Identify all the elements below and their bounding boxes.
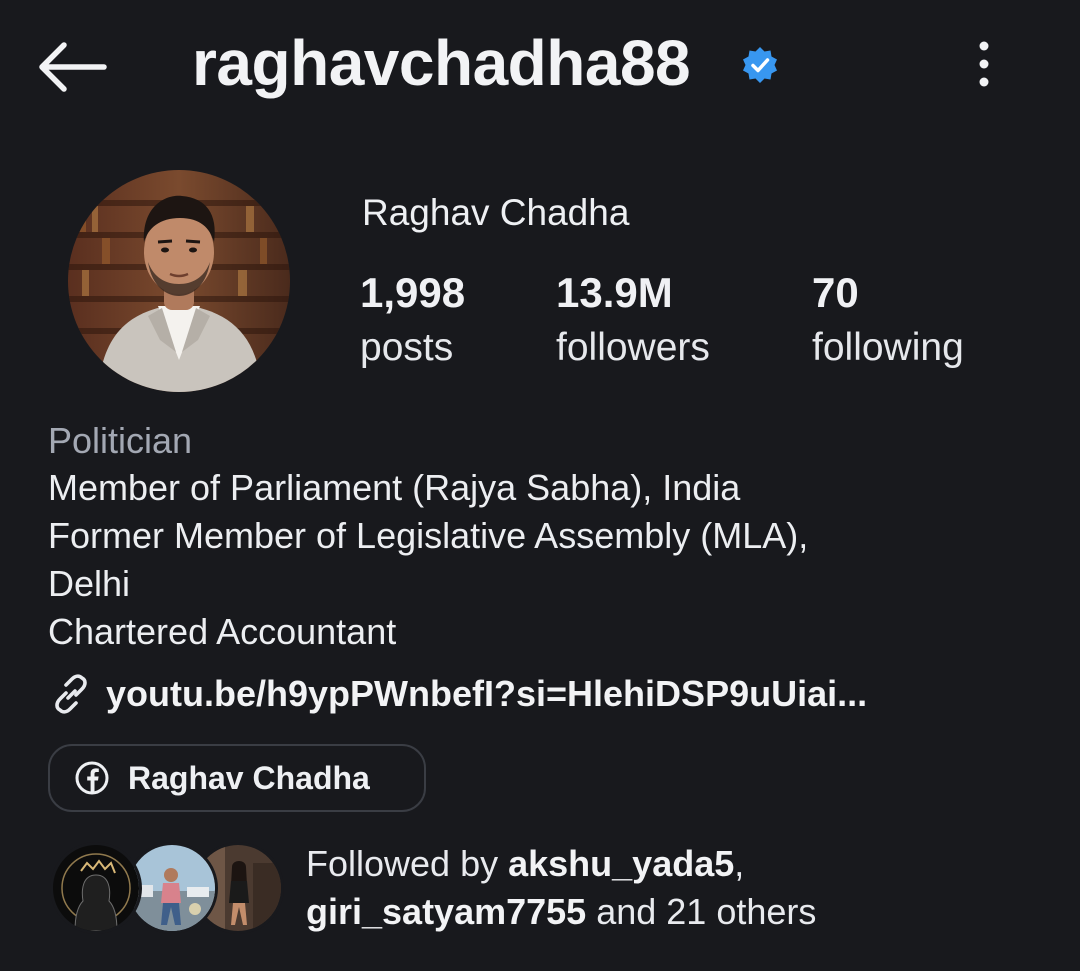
profile-username: raghavchadha88 bbox=[192, 27, 691, 99]
bio-line: Former Member of Legislative Assembly (M… bbox=[48, 515, 809, 556]
posts-label: posts bbox=[360, 326, 454, 369]
separator-comma: , bbox=[734, 843, 745, 884]
mutual-others-count: 21 others bbox=[666, 891, 817, 932]
followers-label: followers bbox=[556, 326, 710, 369]
bio-line: Delhi bbox=[48, 563, 131, 604]
bio-link[interactable]: youtu.be/h9ypPWnbefI?si=HlehiDSP9uUiai..… bbox=[48, 668, 867, 720]
link-icon bbox=[55, 674, 87, 714]
posts-count[interactable]: 1,998 posts bbox=[360, 268, 465, 375]
mutual-follower-username[interactable]: akshu_yada5 bbox=[508, 843, 734, 884]
back-arrow-icon bbox=[39, 42, 107, 92]
verified-badge-icon bbox=[743, 47, 777, 83]
bio-line: Member of Parliament (Rajya Sabha), Indi… bbox=[48, 467, 741, 508]
profile-bio: Politician Member of Parliament (Rajya S… bbox=[48, 418, 1048, 656]
bio-line: Chartered Accountant bbox=[48, 611, 397, 652]
bio-link-text: youtu.be/h9ypPWnbefI?si=HlehiDSP9uUiai..… bbox=[106, 673, 868, 714]
mutual-follower-photo bbox=[53, 845, 139, 931]
more-options-button[interactable] bbox=[962, 36, 1006, 92]
following-value: 70 bbox=[812, 269, 859, 316]
followed-by-text[interactable]: Followed by akshu_yada5, giri_satyam7755… bbox=[306, 840, 816, 936]
more-options-icon bbox=[979, 41, 989, 87]
profile-photo bbox=[68, 170, 290, 392]
facebook-profile-label: Raghav Chadha bbox=[128, 759, 370, 796]
profile-avatar[interactable] bbox=[68, 170, 290, 392]
profile-full-name: Raghav Chadha bbox=[362, 192, 630, 233]
following-count[interactable]: 70 following bbox=[812, 268, 964, 375]
following-label: following bbox=[812, 326, 964, 369]
followers-value: 13.9M bbox=[556, 269, 673, 316]
mutual-follower-username[interactable]: giri_satyam7755 bbox=[306, 891, 586, 932]
mutual-follower-avatar[interactable] bbox=[50, 842, 142, 934]
facebook-profile-button[interactable]: Raghav Chadha bbox=[48, 744, 426, 812]
facebook-icon bbox=[75, 761, 109, 795]
mutual-followers-avatars[interactable] bbox=[50, 842, 284, 934]
top-bar: raghavchadha88 bbox=[0, 0, 1080, 130]
followed-by-and: and bbox=[586, 891, 667, 932]
back-button[interactable] bbox=[34, 36, 110, 98]
followed-by-prefix: Followed by bbox=[306, 843, 509, 884]
posts-value: 1,998 bbox=[360, 269, 466, 316]
followers-count[interactable]: 13.9M followers bbox=[556, 268, 710, 375]
profile-category: Politician bbox=[48, 420, 193, 461]
